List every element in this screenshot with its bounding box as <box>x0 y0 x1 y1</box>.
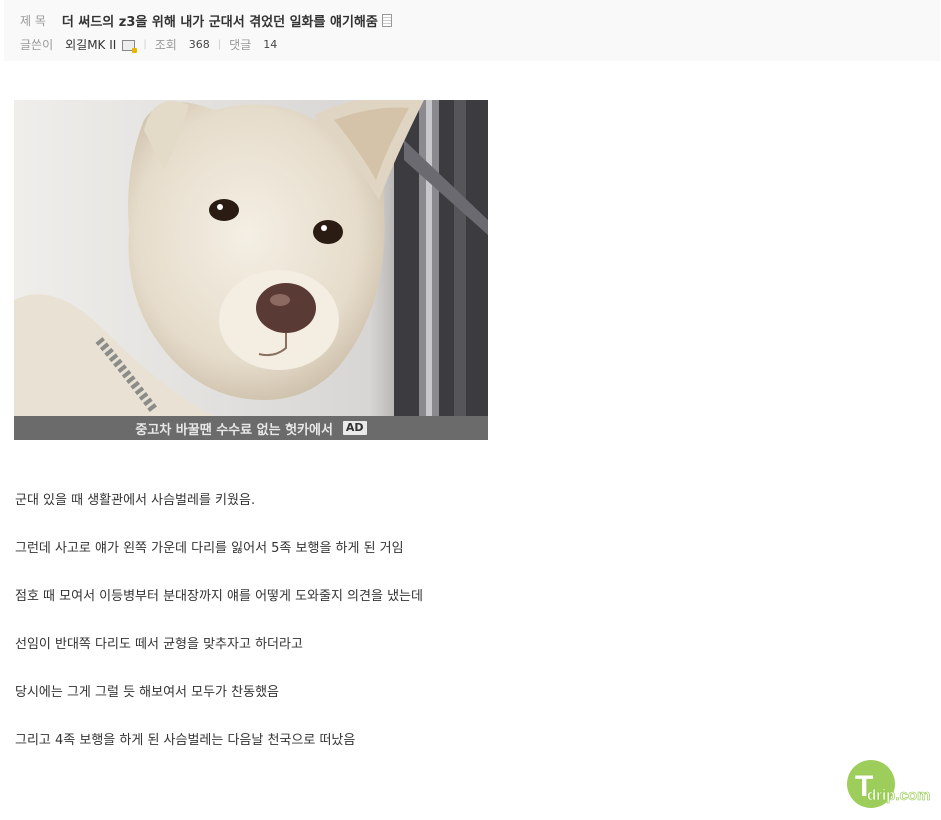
author-label: 글쓴이 <box>20 37 54 52</box>
content-line: 점호 때 모여서 이등병부터 분대장까지 얘를 어떻게 도와줄지 의견을 냈는데 <box>15 589 423 604</box>
ad-banner[interactable]: 중고차 바꿀땐 수수료 없는 헛카에서 AD <box>14 100 488 440</box>
post-content: 군대 있을 때 생활관에서 사슴벌레를 키웠음. 그런데 사고로 얘가 왼쪽 가… <box>15 492 423 780</box>
comments-count[interactable]: 14 <box>263 38 277 51</box>
document-icon <box>381 13 392 27</box>
tdrip-logo: T drip.com <box>847 760 931 808</box>
views-count: 368 <box>188 37 210 51</box>
author-name[interactable]: 외길MK II <box>65 36 116 53</box>
post-title: 더 써드의 z3을 위해 내가 군대서 겪었던 일화를 얘기해줌 <box>61 14 378 30</box>
dog-photo[interactable] <box>14 100 488 416</box>
content-line: 당시에는 그게 그럴 듯 해보여서 모두가 찬동했음 <box>15 685 279 700</box>
logo-text: drip.com <box>867 787 930 804</box>
divider: | <box>143 38 147 50</box>
title-label: 제 목 <box>20 13 46 28</box>
ad-caption-bar[interactable]: 중고차 바꿀땐 수수료 없는 헛카에서 AD <box>14 416 488 440</box>
content-line: 그리고 4족 보행을 하게 된 사슴벌레는 다음날 천국으로 떠났음 <box>15 733 356 748</box>
views-label: 조회 <box>154 37 177 52</box>
title-row: 제 목 더 써드의 z3을 위해 내가 군대서 겪었던 일화를 얘기해줌 <box>20 11 392 30</box>
content-line: 군대 있을 때 생활관에서 사슴벌레를 키웠음. <box>15 493 256 508</box>
comments-label: 댓글 <box>229 37 252 52</box>
meta-row: 글쓴이 외길MK II | 조회 368 | 댓글 14 <box>20 36 277 53</box>
ad-text[interactable]: 중고차 바꿀땐 수수료 없는 헛카에서 <box>135 419 333 438</box>
ip-info-icon[interactable] <box>122 39 138 53</box>
content-line: 선임이 반대쪽 다리도 떼서 균형을 맞추자고 하더라고 <box>15 637 303 652</box>
divider: | <box>217 38 222 50</box>
content-line: 그런데 사고로 얘가 왼쪽 가운데 다리를 잃어서 5족 보행을 하게 된 거임 <box>15 541 404 556</box>
post-header: 제 목 더 써드의 z3을 위해 내가 군대서 겪었던 일화를 얘기해줌 글쓴이… <box>4 0 940 61</box>
ad-badge: AD <box>342 421 367 435</box>
